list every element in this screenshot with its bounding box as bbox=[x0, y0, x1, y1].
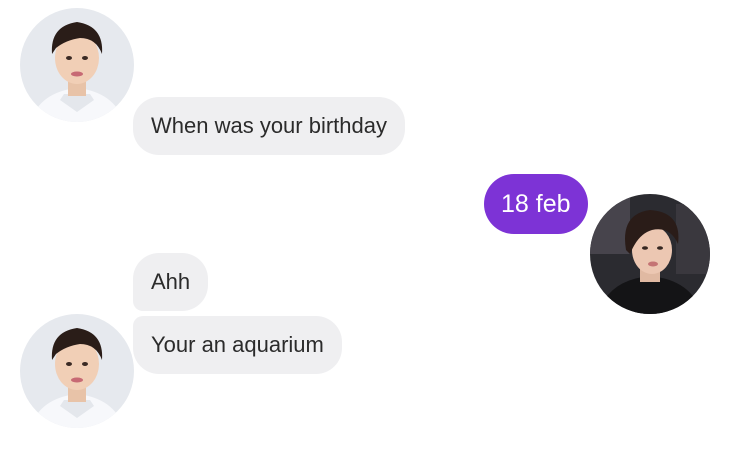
message-text: When was your birthday bbox=[151, 113, 387, 138]
message-text: Your an aquarium bbox=[151, 332, 324, 357]
message-text: 18 feb bbox=[501, 189, 571, 218]
incoming-message[interactable]: Ahh bbox=[133, 253, 209, 311]
message-text: Ahh bbox=[151, 269, 191, 294]
contact-avatar[interactable] bbox=[20, 314, 134, 428]
user-avatar[interactable] bbox=[590, 194, 710, 314]
contact-photo bbox=[20, 8, 134, 122]
contact-photo bbox=[20, 314, 134, 428]
incoming-message[interactable]: Your an aquarium bbox=[133, 316, 342, 374]
incoming-message[interactable]: When was your birthday bbox=[133, 97, 405, 155]
contact-avatar[interactable] bbox=[20, 8, 134, 122]
user-photo bbox=[590, 194, 710, 314]
outgoing-message[interactable]: 18 feb bbox=[484, 174, 588, 234]
